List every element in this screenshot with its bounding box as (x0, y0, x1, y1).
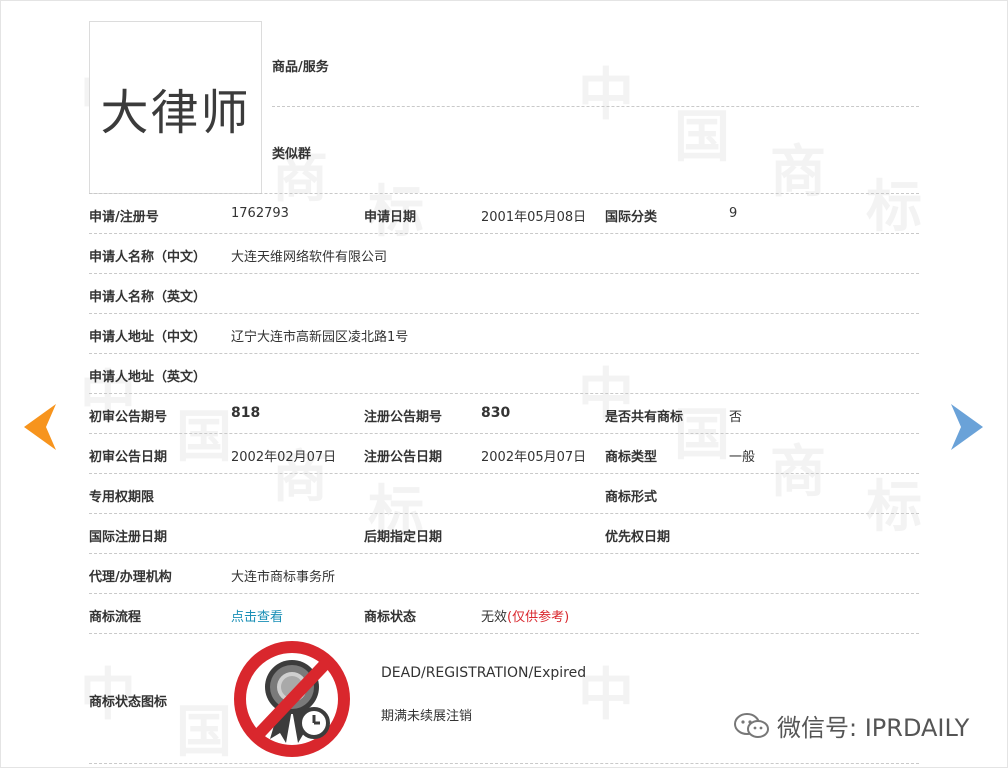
mark-type-value: 一般 (729, 450, 756, 465)
mark-status-label: 商标状态 (364, 610, 417, 625)
applicant-name-en-label: 申请人名称（英文） (89, 290, 207, 305)
priority-date-label: 优先权日期 (605, 530, 671, 545)
trademark-image: 大律师 (89, 21, 262, 194)
expired-registration-icon (232, 639, 352, 759)
intl-class-label: 国际分类 (605, 210, 658, 225)
prev-arrow-button[interactable] (24, 404, 56, 454)
applicant-address-en-label: 申请人地址（英文） (89, 370, 207, 385)
mark-form-label: 商标形式 (605, 490, 658, 505)
divider (89, 313, 919, 314)
divider (89, 513, 919, 514)
agency-label: 代理/办理机构 (89, 570, 172, 585)
intl-registration-date-label: 国际注册日期 (89, 530, 168, 545)
divider (89, 593, 919, 594)
wechat-watermark: 微信号: IPRDAILY (733, 708, 969, 743)
mark-status-value: 无效(仅供参考) (481, 606, 569, 625)
goods-services-label: 商品/服务 (272, 60, 329, 75)
reference-note: (仅供参考) (507, 610, 570, 625)
application-date-label: 申请日期 (364, 210, 417, 225)
divider (89, 633, 919, 634)
divider (89, 233, 919, 234)
prelim-issue-value: 818 (231, 405, 261, 421)
wechat-id: 微信号: IPRDAILY (777, 714, 970, 742)
arrow-left-icon (24, 404, 56, 450)
registration-issue-value: 830 (481, 405, 511, 421)
prelim-date-label: 初审公告日期 (89, 450, 168, 465)
divider (89, 273, 919, 274)
subsequent-designation-date-label: 后期指定日期 (364, 530, 443, 545)
applicant-name-cn-value: 大连天维网络软件有限公司 (231, 250, 388, 265)
shared-mark-label: 是否共有商标 (605, 410, 684, 425)
similar-group-label: 类似群 (272, 147, 312, 162)
applicant-name-cn-label: 申请人名称（中文） (89, 250, 207, 265)
divider (272, 106, 919, 107)
registration-date-value: 2002年05月07日 (481, 450, 587, 465)
divider (89, 473, 919, 474)
prelim-date-value: 2002年02月07日 (231, 450, 337, 465)
trademark-text: 大律师 (100, 84, 251, 141)
next-arrow-button[interactable] (951, 404, 983, 454)
divider (89, 763, 919, 764)
registration-number-value: 1762793 (231, 206, 289, 221)
prelim-issue-label: 初审公告期号 (89, 410, 168, 425)
divider (89, 553, 919, 554)
arrow-right-icon (951, 404, 983, 450)
exclusive-period-label: 专用权期限 (89, 490, 155, 505)
applicant-address-cn-value: 辽宁大连市高新园区凌北路1号 (231, 330, 409, 345)
mark-process-label: 商标流程 (89, 610, 142, 625)
status-icon-label: 商标状态图标 (89, 695, 168, 710)
application-date-value: 2001年05月08日 (481, 210, 587, 225)
divider (89, 193, 919, 194)
agency-value: 大连市商标事务所 (231, 570, 336, 585)
status-text-cn: 期满未续展注销 (381, 709, 473, 724)
registration-date-label: 注册公告日期 (364, 450, 443, 465)
registration-issue-label: 注册公告期号 (364, 410, 443, 425)
divider (89, 353, 919, 354)
mark-type-label: 商标类型 (605, 450, 658, 465)
applicant-address-cn-label: 申请人地址（中文） (89, 330, 207, 345)
status-text: 无效 (481, 610, 508, 625)
intl-class-value: 9 (729, 206, 738, 221)
shared-mark-value: 否 (729, 410, 743, 425)
status-text-en: DEAD/REGISTRATION/Expired (381, 665, 587, 681)
registration-number-label: 申请/注册号 (89, 210, 159, 225)
divider (89, 433, 919, 434)
wechat-icon (734, 712, 769, 738)
view-process-link[interactable]: 点击查看 (231, 606, 283, 625)
divider (89, 393, 919, 394)
